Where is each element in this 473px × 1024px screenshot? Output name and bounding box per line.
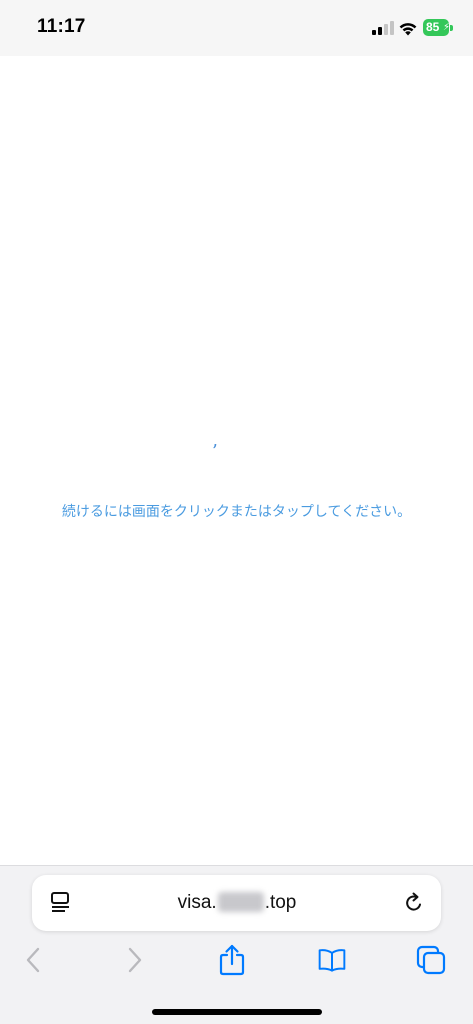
continue-prompt[interactable]: 続けるには画面をクリックまたはタップしてください。 — [0, 501, 473, 521]
wifi-icon — [399, 23, 417, 36]
bookmarks-button[interactable] — [317, 944, 347, 976]
reader-view-icon[interactable] — [50, 891, 72, 915]
safari-bottom-bar: visa. .top — [0, 865, 473, 1024]
share-button[interactable] — [217, 944, 247, 976]
cellular-signal-icon — [372, 21, 394, 35]
address-bar[interactable]: visa. .top — [32, 875, 441, 931]
quote-mark: ’ — [212, 441, 218, 462]
url-redacted — [217, 892, 264, 912]
url-text[interactable]: visa. .top — [92, 875, 382, 931]
battery-icon: 85 ⚡ — [423, 19, 454, 36]
tabs-icon — [416, 945, 446, 975]
back-icon — [26, 947, 40, 973]
tabs-button[interactable] — [416, 944, 446, 976]
bookmarks-icon — [318, 949, 346, 972]
forward-icon — [128, 947, 142, 973]
share-icon — [219, 944, 245, 976]
back-button[interactable] — [18, 944, 48, 976]
forward-button[interactable] — [120, 944, 150, 976]
status-bar: 11:17 85 ⚡ — [0, 0, 473, 56]
status-time: 11:17 — [37, 16, 86, 37]
url-suffix: .top — [264, 892, 297, 913]
home-indicator — [152, 1009, 322, 1015]
charging-bolt-icon: ⚡ — [443, 22, 451, 33]
web-page-content[interactable]: ’ 続けるには画面をクリックまたはタップしてください。 — [0, 56, 473, 865]
reload-icon[interactable] — [403, 892, 425, 914]
safari-toolbar — [0, 942, 473, 982]
url-prefix: visa. — [177, 892, 217, 913]
battery-cap — [450, 25, 453, 31]
